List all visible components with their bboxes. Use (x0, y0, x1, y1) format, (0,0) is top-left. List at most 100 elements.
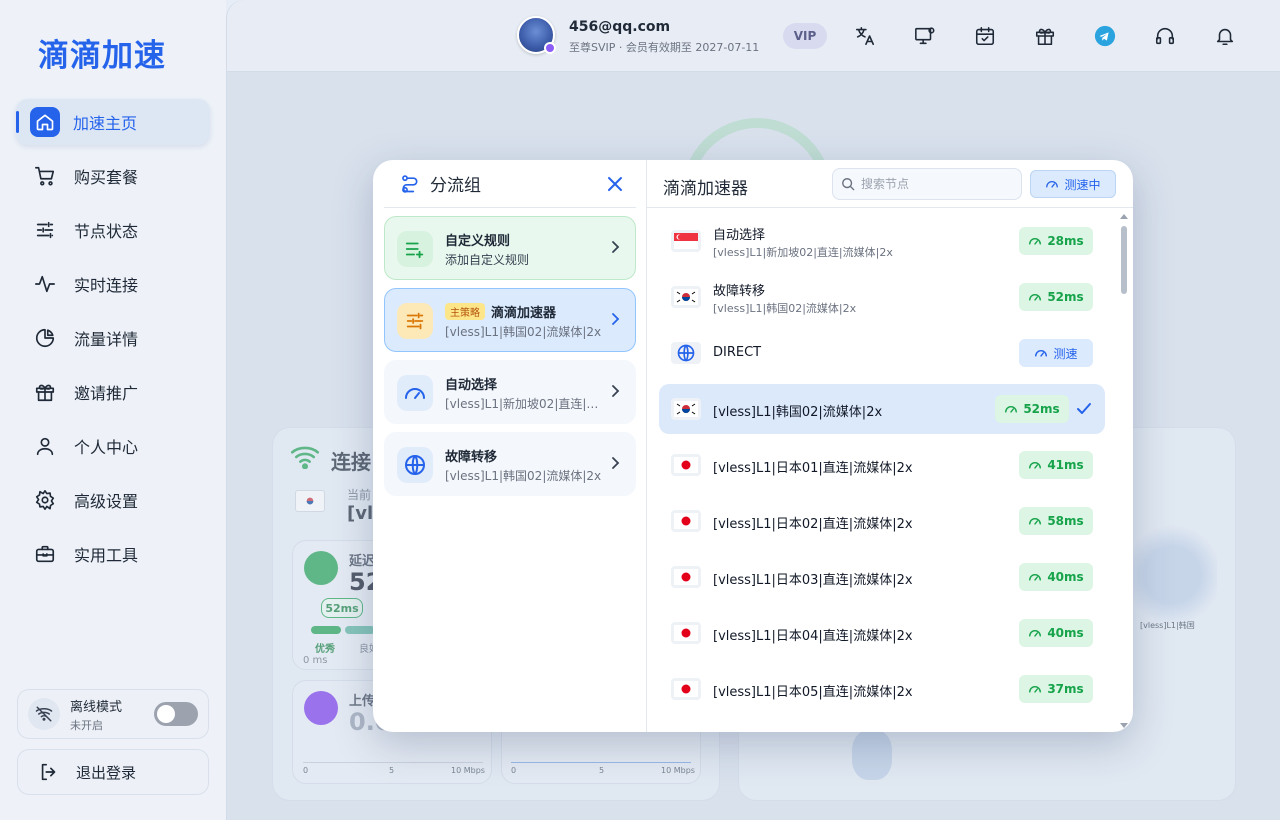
route-icon (402, 174, 418, 193)
speed-test-button[interactable]: 测速中 (1030, 170, 1116, 198)
node-row[interactable]: [vless]L1|日本05|直连|流媒体|2x 37ms (659, 664, 1105, 714)
speedometer-icon (1029, 518, 1042, 525)
chevron-right-icon (612, 457, 620, 469)
avatar-badge (544, 42, 556, 54)
avatar[interactable] (517, 16, 556, 54)
latency-badge[interactable]: 40ms (1019, 619, 1093, 647)
translate-icon[interactable] (853, 24, 877, 48)
node-detail: [vless]L1|新加坡02|直连|流媒体|2x (713, 246, 893, 259)
node-name: [vless]L1|日本03|直连|流媒体|2x (713, 573, 913, 588)
sidebar-item-label: 邀请推广 (74, 384, 139, 403)
telegram-icon[interactable] (1093, 24, 1117, 48)
node-row[interactable]: 自动选择 [vless]L1|新加坡02|直连|流媒体|2x 28ms (659, 216, 1105, 266)
offline-mode-title: 离线模式 (70, 699, 123, 715)
group-card-title: 故障转移 (445, 446, 497, 465)
sidebar-item-label: 个人中心 (74, 438, 139, 457)
sidebar-item-label: 高级设置 (74, 492, 139, 511)
group-card-title-text: 自动选择 (445, 378, 498, 393)
group-list-panel: 分流组 自定义规则 添加自定义规则 主策略 滴滴加速器 [vless]L1|韩国… (373, 160, 647, 732)
speedometer-icon (397, 375, 433, 411)
jp-flag-icon (671, 566, 701, 588)
node-detail: [vless]L1|韩国02|流媒体|2x (713, 302, 857, 315)
latency-value: 测速 (1053, 346, 1078, 361)
speedometer-icon (1046, 181, 1059, 188)
chevron-right-icon (612, 241, 620, 253)
node-row[interactable]: [vless]L1|日本01|直连|流媒体|2x 41ms (659, 440, 1105, 490)
node-row[interactable]: DIRECT 测速 (659, 328, 1105, 378)
scroll-up-arrow-icon[interactable] (1120, 214, 1128, 219)
logout-button[interactable]: 退出登录 (17, 749, 209, 795)
globe-icon (671, 342, 701, 364)
group-card-auto-select[interactable]: 自动选择 [vless]L1|新加坡02|直连|流媒体|2x (384, 360, 636, 424)
monitor-settings-icon[interactable] (913, 24, 937, 48)
bell-icon[interactable] (1213, 24, 1237, 48)
group-card-custom-rules[interactable]: 自定义规则 添加自定义规则 (384, 216, 636, 280)
sidebar-item-home[interactable]: 加速主页 (16, 99, 210, 145)
brand-logo: 滴滴加速 (38, 38, 166, 74)
gift-icon (32, 379, 58, 405)
sidebar-item-traffic[interactable]: 流量详情 (16, 315, 210, 361)
latency-value: 52ms (1047, 290, 1084, 304)
vip-badge[interactable]: VIP (783, 23, 827, 49)
offline-mode-toggle[interactable] (154, 702, 198, 726)
close-icon[interactable] (604, 173, 626, 195)
cart-icon (32, 163, 58, 189)
latency-badge[interactable]: 52ms (1019, 283, 1093, 311)
sidebar-item-tools[interactable]: 实用工具 (16, 531, 210, 577)
jp-flag-icon (671, 454, 701, 476)
user-icon (32, 433, 58, 459)
node-list-scrollbar[interactable] (1119, 212, 1129, 728)
node-row[interactable]: [vless]L1|日本02|直连|流媒体|2x 58ms (659, 496, 1105, 546)
sidebar-item-settings[interactable]: 高级设置 (16, 477, 210, 523)
group-card-failover[interactable]: 故障转移 [vless]L1|韩国02|流媒体|2x (384, 432, 636, 496)
node-list-panel: 滴滴加速器 测速中 自动选择 [vless]L1|新加坡02|直连|流媒体|2x (647, 160, 1133, 732)
sidebar-item-profile[interactable]: 个人中心 (16, 423, 210, 469)
jp-flag-icon (671, 510, 701, 532)
headset-icon[interactable] (1153, 24, 1177, 48)
node-row[interactable]: 故障转移 [vless]L1|韩国02|流媒体|2x 52ms (659, 272, 1105, 322)
group-card-main-strategy[interactable]: 主策略 滴滴加速器 [vless]L1|韩国02|流媒体|2x (384, 288, 636, 352)
group-card-title-text: 故障转移 (445, 450, 498, 465)
search-icon (842, 178, 855, 191)
node-row-selected[interactable]: [vless]L1|韩国02|流媒体|2x 52ms (659, 384, 1105, 434)
pie-chart-icon (32, 325, 58, 351)
latency-badge[interactable]: 37ms (1019, 675, 1093, 703)
offline-mode-card: 离线模式 未开启 (17, 689, 209, 739)
latency-badge[interactable]: 40ms (1019, 563, 1093, 591)
scroll-thumb[interactable] (1121, 226, 1127, 294)
group-list-header: 分流组 (384, 160, 636, 208)
main-strategy-badge: 主策略 (445, 303, 485, 320)
node-row[interactable]: [vless]L1|日本04|直连|流媒体|2x 40ms (659, 608, 1105, 658)
node-row[interactable]: [vless]L1|日本03|直连|流媒体|2x 40ms (659, 552, 1105, 602)
node-name: 故障转移 (713, 284, 766, 299)
latency-badge[interactable]: 52ms (995, 395, 1069, 423)
gift-icon[interactable] (1033, 24, 1057, 48)
latency-value: 28ms (1047, 234, 1084, 248)
latency-value: 58ms (1047, 514, 1084, 528)
node-name: [vless]L1|日本04|直连|流媒体|2x (713, 629, 913, 644)
sidebar-item-label: 节点状态 (74, 222, 139, 241)
sidebar-item-nodes[interactable]: 节点状态 (16, 207, 210, 253)
group-card-subtitle: [vless]L1|韩国02|流媒体|2x (445, 469, 602, 483)
group-card-title: 自定义规则 (445, 230, 510, 249)
list-plus-icon (397, 231, 433, 267)
latency-badge[interactable]: 41ms (1019, 451, 1093, 479)
activity-icon (32, 271, 58, 297)
search-box (832, 168, 1022, 200)
sidebar-item-realtime[interactable]: 实时连接 (16, 261, 210, 307)
calendar-check-icon[interactable] (973, 24, 997, 48)
group-card-title-text: 自定义规则 (445, 234, 511, 249)
group-card-subtitle: [vless]L1|韩国02|流媒体|2x (445, 325, 602, 339)
scroll-down-arrow-icon[interactable] (1120, 723, 1128, 728)
user-email: 456@qq.com (569, 19, 671, 35)
node-name: [vless]L1|韩国02|流媒体|2x (713, 405, 883, 420)
sidebar-item-buy[interactable]: 购买套餐 (16, 153, 210, 199)
speed-test-badge[interactable]: 测速 (1019, 339, 1093, 367)
kr-flag-icon (671, 398, 701, 420)
search-input[interactable] (861, 177, 1011, 191)
latency-badge[interactable]: 58ms (1019, 507, 1093, 535)
speedometer-icon (1029, 630, 1042, 637)
sidebar-item-invite[interactable]: 邀请推广 (16, 369, 210, 415)
latency-badge[interactable]: 28ms (1019, 227, 1093, 255)
group-card-title: 主策略 滴滴加速器 (445, 302, 556, 321)
